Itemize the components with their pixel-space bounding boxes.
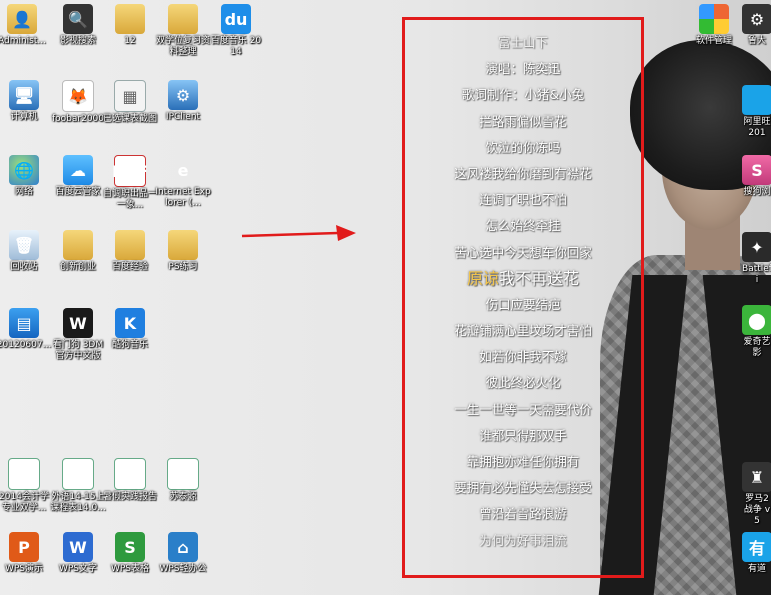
red-highlight-box	[402, 17, 644, 578]
red-annotation-arrow-icon	[241, 225, 356, 241]
